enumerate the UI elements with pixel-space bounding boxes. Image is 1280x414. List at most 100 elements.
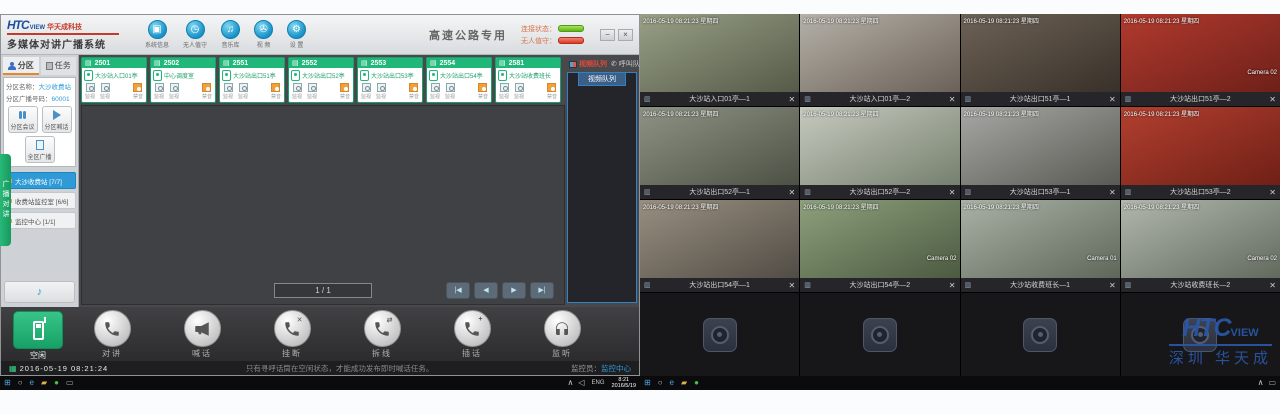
camera-tile[interactable]: 2016-05-19 08:21:23 星期四 Camera 02 ▥ 大沙站收… [1121, 200, 1280, 292]
close-icon[interactable]: ✕ [949, 281, 956, 290]
pager-button[interactable]: |◀ [446, 282, 470, 299]
call-action-button[interactable]: ✕ 挂断 [247, 310, 337, 359]
taskbar-icon[interactable]: ▰ [41, 376, 47, 390]
taskbar-icon[interactable]: ▰ [681, 376, 687, 390]
toolbar-button[interactable]: ✇ 视 频 [254, 20, 273, 49]
broadcast-intercom-side-tab[interactable]: 广播对讲 [0, 154, 11, 246]
pager-button[interactable]: ▶ [502, 282, 526, 299]
mute-button[interactable]: 禁音 [340, 83, 350, 100]
minimize-button[interactable]: − [600, 29, 615, 41]
close-icon[interactable]: ✕ [1109, 95, 1116, 104]
camera-tile[interactable]: 2016-05-19 08:21:23 星期四 Camera 02 ▥ 大沙站出… [1121, 14, 1280, 106]
taskbar-icon[interactable]: e [670, 376, 674, 390]
device-card[interactable]: ▤ 2501 大沙站入口01亭 监视 监视 禁音 [81, 57, 147, 103]
operator-link[interactable]: 监控中心 [601, 363, 631, 374]
taskbar-icon[interactable]: ● [54, 376, 59, 390]
taskbar-icon[interactable]: ∧ [1258, 376, 1264, 390]
taskbar-icon[interactable]: ▭ [1268, 376, 1276, 390]
monitor-2-button[interactable]: 监视 [169, 83, 179, 100]
toolbar-button[interactable]: ⚙ 设 置 [287, 20, 306, 49]
monitor-1-button[interactable]: 监视 [292, 83, 302, 100]
camera-tile-empty[interactable] [961, 293, 1120, 376]
device-card[interactable]: ▤ 2551 大沙站出口51亭 监视 监视 禁音 [219, 57, 285, 103]
close-icon[interactable]: ✕ [949, 95, 956, 104]
taskbar-icon[interactable]: e [30, 376, 34, 390]
toolbar-button[interactable]: ◷ 无人值守 [183, 20, 207, 49]
close-button[interactable]: × [618, 29, 633, 41]
toolbar-button[interactable]: ▣ 系统信息 [145, 20, 169, 49]
taskbar-icon[interactable]: ○ [658, 376, 663, 390]
monitor-2-button[interactable]: 监视 [445, 83, 455, 100]
device-card[interactable]: ▤ 2552 大沙站出口52亭 监视 监视 禁音 [288, 57, 354, 103]
camera-tile[interactable]: 2016-05-19 08:21:23 星期四 ▥ 大沙站出口51亭—1 ✕ [961, 14, 1120, 106]
monitor-2-button[interactable]: 监视 [238, 83, 248, 100]
device-card[interactable]: ▤ 2581 大沙站收费班长 监视 监视 禁音 [495, 57, 561, 103]
taskbar-icon[interactable]: ○ [18, 376, 23, 390]
camera-tile-empty[interactable] [640, 293, 799, 376]
camera-tile[interactable]: 2016-05-19 08:21:23 星期四 Camera 01 ▥ 大沙站收… [961, 200, 1120, 292]
close-icon[interactable]: ✕ [789, 188, 796, 197]
video-queue-panel-tab[interactable]: 视频队列 [578, 73, 626, 86]
monitor-1-button[interactable]: 监视 [223, 83, 233, 100]
monitor-2-button[interactable]: 监视 [514, 83, 524, 100]
music-broadcast-button[interactable]: ♪ [4, 281, 75, 303]
camera-tile[interactable]: 2016-05-19 08:21:23 星期四 ▥ 大沙站出口54亭—1 ✕ [640, 200, 799, 292]
call-action-button[interactable]: + 插话 [427, 310, 517, 359]
tab-video-queue[interactable]: 视频队列 [569, 59, 607, 69]
close-icon[interactable]: ✕ [1269, 95, 1276, 104]
tab-partition[interactable]: 分区 [3, 57, 39, 75]
idle-status-button[interactable]: 空闲 [13, 311, 63, 361]
close-icon[interactable]: ✕ [949, 188, 956, 197]
monitor-1-button[interactable]: 监视 [361, 83, 371, 100]
camera-tile[interactable]: 2016-05-19 08:21:23 星期四 ▥ 大沙站入口01亭—1 ✕ [640, 14, 799, 106]
call-action-button[interactable]: 对讲 [67, 310, 157, 359]
call-action-button[interactable]: 监听 [517, 310, 607, 359]
device-card[interactable]: ▤ 2554 大沙站出口54亭 监视 监视 禁音 [426, 57, 492, 103]
pager-button[interactable]: ◀ [474, 282, 498, 299]
taskbar-icon[interactable]: ⊞ [4, 376, 11, 390]
close-icon[interactable]: ✕ [1109, 188, 1116, 197]
taskbar-icon[interactable]: ● [694, 376, 699, 390]
zone-meeting-button[interactable]: 分区会议 [8, 106, 38, 133]
call-action-button[interactable]: 喊话 [157, 310, 247, 359]
clock[interactable]: 8:21 2016/5/19 [612, 377, 636, 389]
taskbar-icon[interactable]: ◁ [578, 376, 584, 390]
monitor-2-button[interactable]: 监视 [307, 83, 317, 100]
mute-button[interactable]: 禁音 [478, 83, 488, 100]
monitor-1-button[interactable]: 监视 [499, 83, 509, 100]
taskbar-icon[interactable]: ▭ [66, 376, 74, 390]
device-card[interactable]: ▤ 2553 大沙站出口53亭 监视 监视 禁音 [357, 57, 423, 103]
mute-button[interactable]: 禁音 [547, 83, 557, 100]
zone-list-item[interactable]: 大沙收费站 [7/7] [3, 172, 76, 189]
taskbar-icon[interactable]: ⊞ [644, 376, 651, 390]
camera-tile[interactable]: 2016-05-19 08:21:23 星期四 ▥ 大沙站出口52亭—1 ✕ [640, 107, 799, 199]
monitor-1-button[interactable]: 监视 [154, 83, 164, 100]
close-icon[interactable]: ✕ [1109, 281, 1116, 290]
toolbar-button[interactable]: ♫ 音乐库 [221, 20, 240, 49]
mute-button[interactable]: 禁音 [409, 83, 419, 100]
device-card[interactable]: ▤ 2502 中心调度室 监视 监视 禁音 [150, 57, 216, 103]
all-zone-broadcast-button[interactable]: 全区广播 [25, 136, 55, 163]
close-icon[interactable]: ✕ [789, 95, 796, 104]
camera-tile[interactable]: 2016-05-19 08:21:23 星期四 ▥ 大沙站入口01亭—2 ✕ [800, 14, 959, 106]
monitor-2-button[interactable]: 监视 [376, 83, 386, 100]
pager-button[interactable]: ▶| [530, 282, 554, 299]
close-icon[interactable]: ✕ [1269, 281, 1276, 290]
close-icon[interactable]: ✕ [789, 281, 796, 290]
monitor-1-button[interactable]: 监视 [430, 83, 440, 100]
monitor-2-button[interactable]: 监视 [100, 83, 110, 100]
monitor-1-button[interactable]: 监视 [85, 83, 95, 100]
camera-tile[interactable]: 2016-05-19 08:21:23 星期四 ▥ 大沙站出口52亭—2 ✕ [800, 107, 959, 199]
mute-button[interactable]: 禁音 [133, 83, 143, 100]
camera-tile[interactable]: 2016-05-19 08:21:23 星期四 Camera 02 ▥ 大沙站出… [800, 200, 959, 292]
mute-button[interactable]: 禁音 [271, 83, 281, 100]
camera-tile-empty[interactable] [1121, 293, 1280, 376]
camera-tile[interactable]: 2016-05-19 08:21:23 星期四 ▥ 大沙站出口53亭—2 ✕ [1121, 107, 1280, 199]
zone-list-item[interactable]: 监控中心 [1/1] [3, 212, 76, 229]
call-action-button[interactable]: ⇄ 拆线 [337, 310, 427, 359]
camera-tile-empty[interactable] [800, 293, 959, 376]
mute-button[interactable]: 禁音 [202, 83, 212, 100]
tab-task[interactable]: 任务 [41, 57, 77, 75]
taskbar-icon[interactable]: ∧ [568, 376, 574, 390]
language-indicator[interactable]: ENG [592, 376, 605, 390]
